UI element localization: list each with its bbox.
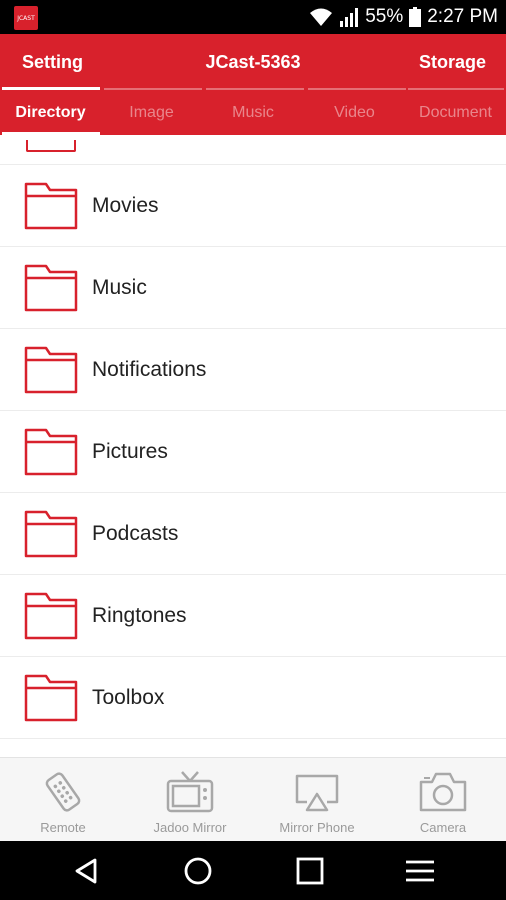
remote-icon [45,772,81,812]
signal-icon [340,8,359,27]
home-icon [184,857,212,884]
folder-row-toolbox[interactable]: Toolbox [0,657,506,739]
clock: 2:27 PM [427,6,498,27]
folder-icon [24,264,78,312]
category-tabs: Directory Image Music Video Document [0,91,506,135]
folder-icon [24,428,78,476]
camera-icon [419,772,467,812]
status-bar: JCAST 55% 2:27 PM [0,0,506,34]
nav-remote[interactable]: Remote [0,758,126,842]
folder-icon [24,510,78,558]
nav-label: Mirror Phone [279,820,355,835]
folder-row-music[interactable]: Music [0,247,506,329]
tab-directory[interactable]: Directory [0,91,101,135]
menu-icon [406,860,434,881]
nav-label: Jadoo Mirror [153,820,227,835]
nav-label: Remote [40,820,86,835]
folder-list[interactable]: Movies Music Notifications Pictures Podc… [0,135,506,757]
list-item[interactable] [0,135,506,165]
folder-name: Podcasts [92,522,179,545]
nav-jadoo-mirror[interactable]: Jadoo Mirror [126,758,254,842]
setting-indicator [2,87,100,90]
battery-icon [409,7,422,27]
folder-name: Music [92,276,147,299]
folder-icon [26,140,76,152]
tab-music[interactable]: Music [202,91,304,135]
system-navigation-bar [0,841,506,900]
folder-icon [24,674,78,722]
tab-video[interactable]: Video [304,91,405,135]
back-button[interactable] [56,841,116,900]
folder-name: Notifications [92,358,207,381]
wifi-icon [310,8,333,26]
bottom-navigation: Remote Jadoo Mirror Mirror Phone Camera [0,757,506,841]
divider [104,88,202,90]
folder-name: Movies [92,194,159,217]
storage-button[interactable]: Storage [419,34,486,91]
app-notification-icon: JCAST [14,6,38,30]
menu-button[interactable] [390,841,450,900]
folder-name: Ringtones [92,604,187,627]
airplay-icon [295,774,339,812]
home-button[interactable] [168,841,228,900]
folder-row-movies[interactable]: Movies [0,165,506,247]
divider [206,88,304,90]
folder-name: Toolbox [92,686,165,709]
folder-row-pictures[interactable]: Pictures [0,411,506,493]
tab-document[interactable]: Document [405,91,506,135]
status-right: 55% 2:27 PM [309,0,498,34]
folder-row-podcasts[interactable]: Podcasts [0,493,506,575]
folder-icon [24,592,78,640]
top-action-bar: JCast-5363 Setting Storage [0,34,506,91]
folder-icon [24,346,78,394]
battery-percent: 55% [365,6,404,27]
tab-image[interactable]: Image [101,91,202,135]
setting-button[interactable]: Setting [22,34,83,91]
folder-row-ringtones[interactable]: Ringtones [0,575,506,657]
nav-camera[interactable]: Camera [380,758,506,842]
folder-icon [24,182,78,230]
divider [408,88,504,90]
recents-icon [296,857,324,884]
back-icon [75,858,97,883]
nav-label: Camera [419,820,467,835]
folder-name: Pictures [92,440,168,463]
divider [308,88,406,90]
app-icon-text: JCAST [17,14,35,22]
folder-row-notifications[interactable]: Notifications [0,329,506,411]
recents-button[interactable] [280,841,340,900]
nav-mirror-phone[interactable]: Mirror Phone [254,758,380,842]
tv-icon [166,771,214,813]
